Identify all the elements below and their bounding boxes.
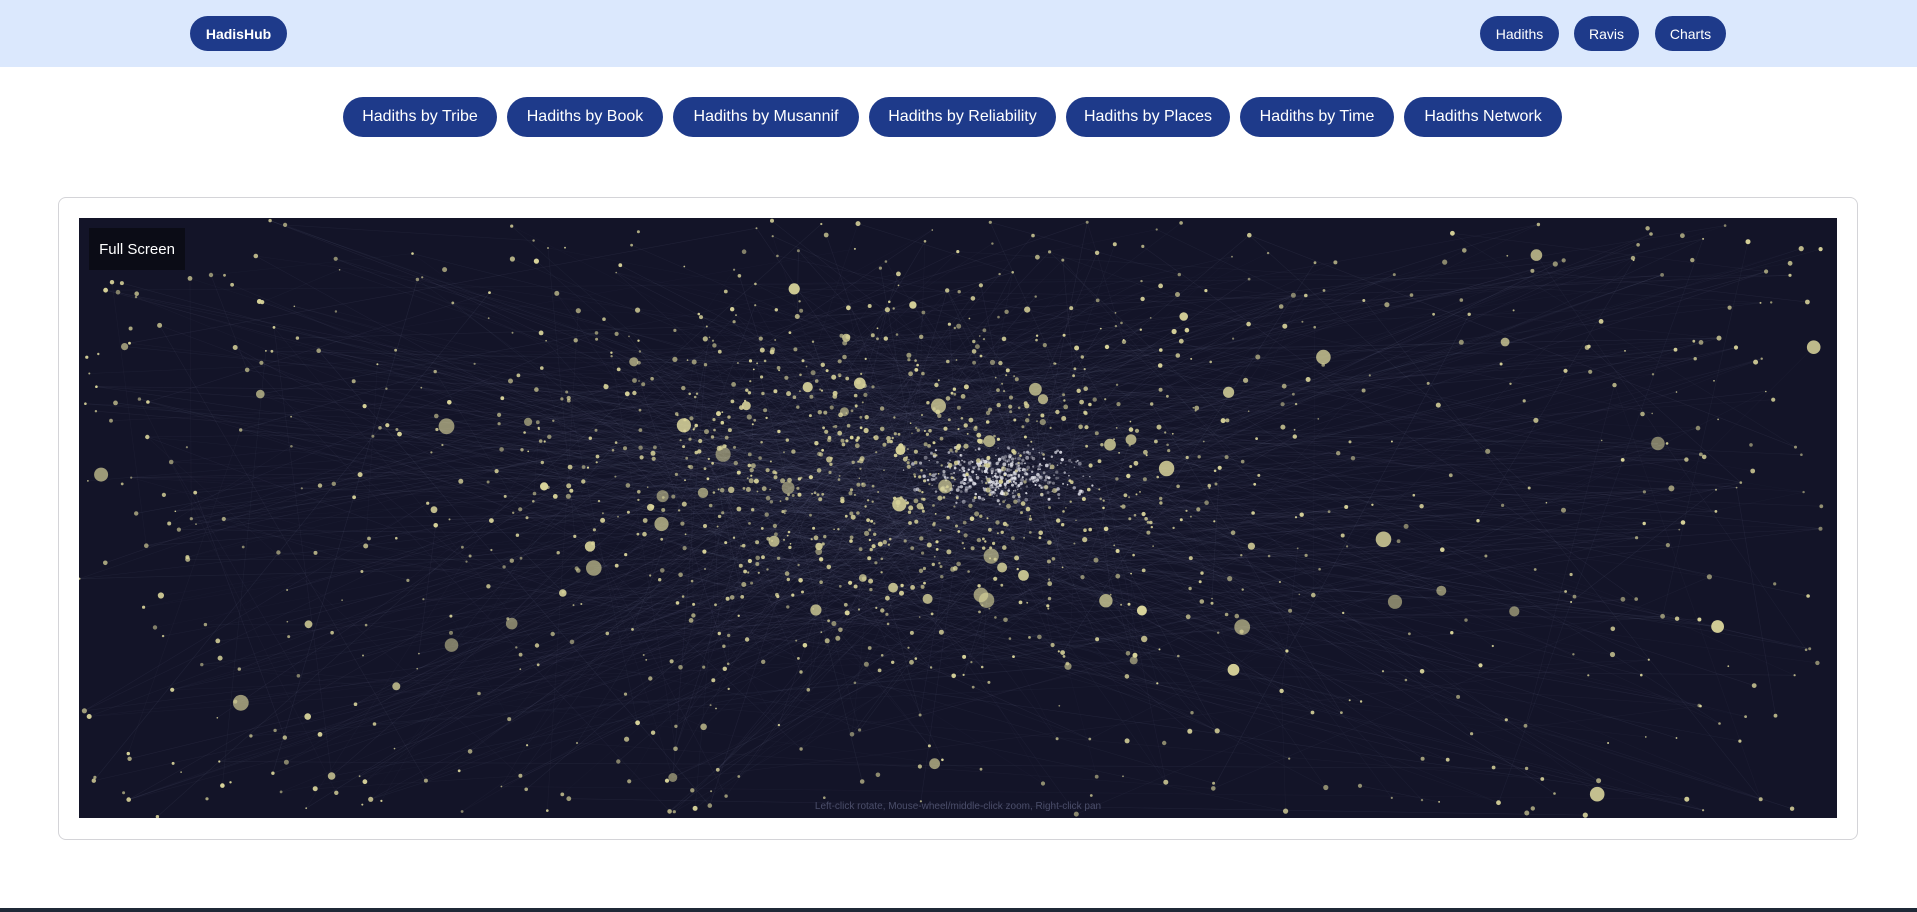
tab-hadiths-by-places[interactable]: Hadiths by Places <box>1066 97 1230 137</box>
nav-ravis[interactable]: Ravis <box>1574 16 1639 51</box>
brand-logo-button[interactable]: HadisHub <box>190 16 287 51</box>
network-graph-canvas[interactable]: Full Screen Left-click rotate, Mouse-whe… <box>79 218 1837 818</box>
graph-edges <box>79 220 1822 817</box>
tab-hadiths-by-reliability[interactable]: Hadiths by Reliability <box>869 97 1056 137</box>
graph-attribution: Left-click rotate, Mouse-wheel/middle-cl… <box>814 801 1102 812</box>
fullscreen-button[interactable]: Full Screen <box>89 228 185 270</box>
nav-hadiths[interactable]: Hadiths <box>1480 16 1559 51</box>
tab-hadiths-by-musannif[interactable]: Hadiths by Musannif <box>673 97 859 137</box>
tab-hadiths-by-time[interactable]: Hadiths by Time <box>1240 97 1394 137</box>
tab-hadiths-by-book[interactable]: Hadiths by Book <box>507 97 663 137</box>
network-graph-svg[interactable] <box>79 218 1837 818</box>
nav-charts[interactable]: Charts <box>1655 16 1726 51</box>
tab-hadiths-network[interactable]: Hadiths Network <box>1404 97 1562 137</box>
page-bottom-border <box>0 908 1917 912</box>
tab-hadiths-by-tribe[interactable]: Hadiths by Tribe <box>343 97 497 137</box>
top-navbar: HadisHub Hadiths Ravis Charts <box>0 0 1917 67</box>
